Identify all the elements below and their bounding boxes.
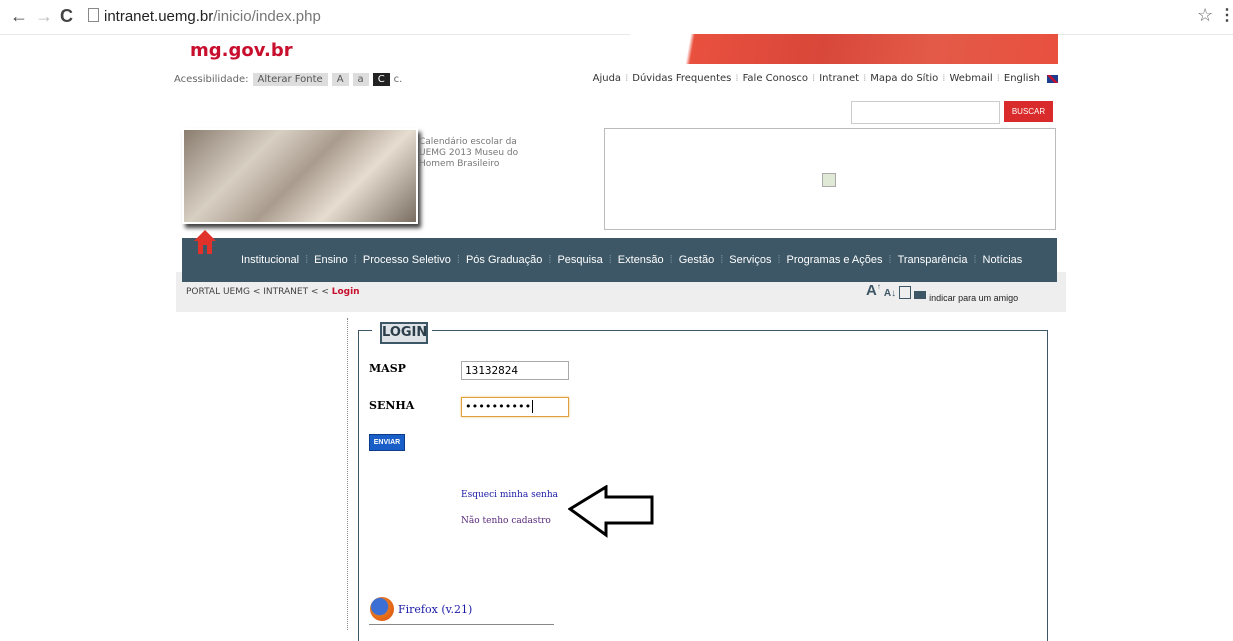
broken-image-icon [822, 173, 836, 187]
font-small-button[interactable]: a [352, 73, 369, 86]
breadcrumb-current: Login [331, 287, 360, 297]
firefox-link[interactable]: Firefox (v.21) [398, 603, 472, 616]
reload-icon[interactable]: C [60, 6, 73, 26]
breadcrumb-path[interactable]: PORTAL UEMG < INTRANET < < [186, 287, 332, 297]
menu-transparencia[interactable]: Transparência [898, 254, 968, 266]
url-path: /inicio/index.php [213, 8, 321, 25]
header-stripe [630, 34, 1058, 64]
top-links: Ajuda ⁞ Dúvidas Frequentes ⁞ Fale Conosco ⁞… [593, 73, 1058, 84]
banner-image[interactable] [182, 128, 418, 224]
search-button[interactable]: BUSCAR [1004, 101, 1053, 122]
link-webmail[interactable]: Webmail [949, 73, 992, 84]
print-icon[interactable] [899, 286, 912, 299]
contrast-button[interactable]: C [372, 73, 390, 86]
uk-flag-icon[interactable] [1047, 74, 1058, 83]
back-icon[interactable]: ← [10, 6, 28, 26]
link-english[interactable]: English [1004, 73, 1040, 84]
masp-label: MASP [369, 362, 406, 375]
menu-noticias[interactable]: Notícias [983, 254, 1023, 266]
contrast-light-button[interactable]: c. [394, 74, 403, 85]
accessibility-bar: Acessibilidade: Alterar Fonte A a C c. [174, 73, 402, 86]
increase-font-icon[interactable]: A↑ [866, 282, 881, 299]
main-menu: Institucional ⁞ Ensino ⁞ Processo Seletivo… [241, 254, 1023, 266]
firefox-icon[interactable] [370, 597, 394, 621]
link-ajuda[interactable]: Ajuda [593, 73, 621, 84]
menu-processo-seletivo[interactable]: Processo Seletivo [363, 254, 451, 266]
page-icon [88, 8, 99, 22]
email-icon[interactable] [914, 291, 927, 299]
home-icon[interactable] [193, 229, 217, 255]
decrease-font-icon[interactable]: A↓ [884, 288, 896, 299]
url-host: intranet.uemg.br [104, 8, 214, 25]
link-duvidas[interactable]: Dúvidas Frequentes [632, 73, 731, 84]
font-large-button[interactable]: A [331, 73, 349, 86]
divider [347, 318, 348, 630]
menu-icon[interactable]: ⋮ [1219, 5, 1233, 25]
send-button[interactable]: ENVIAR [369, 434, 405, 451]
arrow-icon [568, 485, 654, 538]
accessibility-label: Acessibilidade: [174, 74, 249, 85]
forward-icon[interactable]: → [35, 6, 53, 26]
senha-label: SENHA [369, 399, 415, 412]
search-input[interactable] [851, 101, 1000, 124]
address-bar[interactable]: intranet.uemg.br/inicio/index.php [88, 8, 321, 25]
banner-caption[interactable]: Calendário escolar da UEMG 2013 Museu do… [419, 137, 539, 170]
login-title: LOGIN [380, 322, 428, 344]
menu-extensao[interactable]: Extensão [618, 254, 664, 266]
senha-input[interactable]: •••••••••• [461, 397, 569, 417]
menu-servicos[interactable]: Serviços [729, 254, 771, 266]
breadcrumb: PORTAL UEMG < INTRANET < < Login [186, 287, 360, 297]
no-account-link[interactable]: Não tenho cadastro [461, 516, 551, 526]
indicate-friend-link[interactable]: indicar para um amigo [929, 293, 1018, 303]
menu-pesquisa[interactable]: Pesquisa [557, 254, 602, 266]
menu-programas[interactable]: Programas e Ações [787, 254, 883, 266]
forgot-password-link[interactable]: Esqueci minha senha [461, 490, 558, 500]
menu-pos-graduacao[interactable]: Pós Graduação [466, 254, 542, 266]
menu-institucional[interactable]: Institucional [241, 254, 299, 266]
divider [369, 624, 554, 625]
star-icon[interactable]: ☆ [1197, 5, 1213, 26]
alter-font-button[interactable]: Alterar Fonte [252, 73, 328, 86]
link-intranet[interactable]: Intranet [819, 73, 859, 84]
link-fale-conosco[interactable]: Fale Conosco [743, 73, 808, 84]
masp-input[interactable] [461, 361, 569, 380]
gov-logo[interactable]: mg.gov.br [190, 40, 293, 61]
link-mapa[interactable]: Mapa do Sítio [870, 73, 938, 84]
menu-ensino[interactable]: Ensino [314, 254, 348, 266]
page-tools: A↑ A↓ indicar para um amigo [866, 282, 1018, 303]
menu-gestao[interactable]: Gestão [679, 254, 714, 266]
